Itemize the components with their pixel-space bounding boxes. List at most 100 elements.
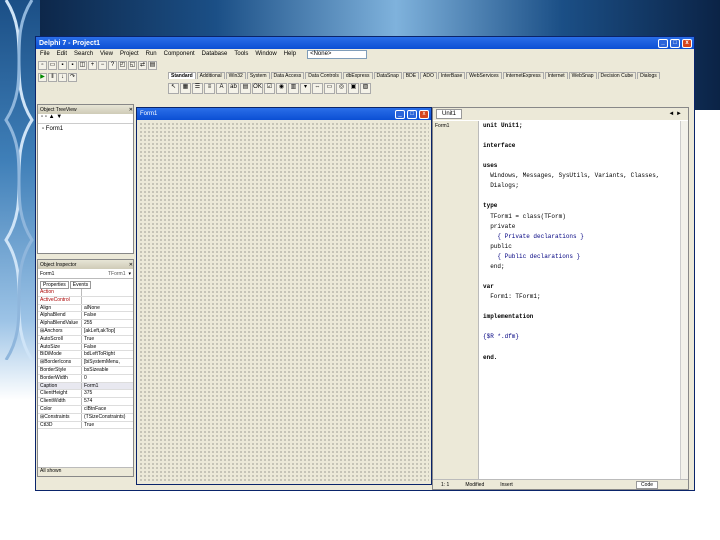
palette-tab-internetexpress[interactable]: InternetExpress (502, 71, 544, 79)
new-form-icon[interactable]: ▤ (148, 61, 157, 70)
vertical-scrollbar[interactable] (680, 121, 688, 479)
property-row[interactable]: Color clBtnFace (38, 405, 133, 414)
down-arrow-icon[interactable]: ▼ (56, 114, 62, 120)
property-row[interactable]: Align alNone (38, 304, 133, 313)
object-combo[interactable]: Form1 (40, 271, 108, 277)
property-row[interactable]: BiDiMode bdLeftToRight (38, 351, 133, 360)
maximize-button[interactable]: □ (407, 109, 417, 119)
menu-search[interactable]: Search (74, 51, 93, 57)
palette-tab-websnap[interactable]: WebSnap (568, 71, 597, 79)
chevron-down-icon[interactable]: ▾ (128, 271, 131, 277)
property-value[interactable]: 375 (82, 390, 133, 397)
property-value[interactable]: False (82, 344, 133, 351)
new-icon[interactable]: ▫ (38, 61, 47, 70)
property-row[interactable]: Action (38, 289, 133, 297)
property-value[interactable]: False (82, 312, 133, 319)
new-item-icon[interactable]: ▫ (41, 114, 43, 120)
tab-properties[interactable]: Properties (40, 281, 69, 289)
maximize-button[interactable]: □ (670, 38, 680, 48)
form-designer-window[interactable]: Form1 _ □ x (136, 107, 432, 485)
palette-tab-dialogs[interactable]: Dialogs (637, 71, 660, 79)
property-row[interactable]: ClientHeight 375 (38, 390, 133, 399)
property-value[interactable] (82, 297, 133, 304)
back-arrow-icon[interactable]: ◄ (668, 111, 674, 117)
property-row[interactable]: BorderStyle bsSizeable (38, 366, 133, 375)
property-value[interactable]: (TSizeConstraints) (82, 414, 133, 421)
menu-database[interactable]: Database (202, 51, 228, 57)
pause-icon[interactable]: ‖ (48, 73, 57, 82)
menu-run[interactable]: Run (146, 51, 157, 57)
open-project-icon[interactable]: ◫ (78, 61, 87, 70)
property-value[interactable]: True (82, 336, 133, 343)
palette-tab-system[interactable]: System (246, 71, 270, 79)
palette-tab-data-access[interactable]: Data Access (270, 71, 305, 79)
forward-arrow-icon[interactable]: ► (676, 111, 682, 117)
palette-tab-bde[interactable]: BDE (402, 71, 420, 79)
property-row[interactable]: Ctl3D True (38, 421, 133, 430)
palette-tab-interbase[interactable]: InterBase (437, 71, 466, 79)
property-value[interactable]: 0 (82, 375, 133, 382)
design-grid[interactable] (139, 122, 429, 482)
property-row[interactable]: AutoSize False (38, 343, 133, 352)
property-row[interactable]: AlphaBlendValue 255 (38, 320, 133, 328)
palette-tab-standard[interactable]: Standard (168, 71, 196, 79)
property-value[interactable]: Form1 (82, 383, 133, 390)
palette-tab-webservices[interactable]: WebServices (466, 71, 502, 79)
close-button[interactable]: x (682, 38, 692, 48)
menu-file[interactable]: File (40, 51, 50, 57)
desktop-combo[interactable]: <None> (307, 49, 368, 59)
view-form-icon[interactable]: ◱ (128, 61, 137, 70)
memo-icon[interactable]: ▤ (240, 83, 251, 94)
toggle-form-unit-icon[interactable]: ⇄ (138, 61, 147, 70)
listbox-icon[interactable]: ▥ (288, 83, 299, 94)
menu-tools[interactable]: Tools (234, 51, 248, 57)
trace-into-icon[interactable]: ↓ (58, 73, 67, 82)
property-row[interactable]: ⊞Constraints (TSizeConstraints) (38, 413, 133, 422)
close-button[interactable]: x (419, 109, 429, 119)
menu-project[interactable]: Project (120, 51, 139, 57)
close-icon[interactable]: ✕ (129, 262, 133, 268)
code-area[interactable]: unit Unit1; interface uses Windows, Messag… (481, 121, 680, 479)
property-value[interactable]: [akLeft,akTop] (82, 328, 133, 335)
open-icon[interactable]: ▭ (48, 61, 57, 70)
property-row[interactable]: AlphaBlend False (38, 312, 133, 321)
button-icon[interactable]: OK (252, 83, 263, 94)
tab-code[interactable]: Code (636, 480, 658, 489)
panel-icon[interactable]: ▣ (348, 83, 359, 94)
tab-unit1[interactable]: Unit1 (436, 109, 463, 119)
palette-tab-additional[interactable]: Additional (196, 71, 225, 79)
help-icon[interactable]: ? (108, 61, 117, 70)
save-icon[interactable]: ▪ (58, 61, 67, 70)
label-icon[interactable]: A (216, 83, 227, 94)
delete-item-icon[interactable]: ▫ (45, 114, 47, 120)
property-row[interactable]: BorderWidth 0 (38, 374, 133, 383)
palette-tab-dbexpress[interactable]: dbExpress (342, 71, 373, 79)
up-arrow-icon[interactable]: ▲ (49, 114, 55, 120)
step-over-icon[interactable]: ↷ (68, 73, 77, 82)
property-value[interactable]: 255 (82, 320, 133, 327)
gutter-item[interactable]: Form1 (435, 123, 449, 129)
menu-edit[interactable]: Edit (57, 51, 67, 57)
minimize-button[interactable]: _ (395, 109, 405, 119)
menu-component[interactable]: Component (164, 51, 195, 57)
property-value[interactable]: bdLeftToRight (82, 351, 133, 358)
popupmenu-icon[interactable]: ≡ (204, 83, 215, 94)
property-value[interactable]: bsSizeable (82, 367, 133, 374)
palette-tab-datasnap[interactable]: DataSnap (373, 71, 402, 79)
property-value[interactable]: 574 (82, 398, 133, 405)
palette-tab-internet[interactable]: Internet (544, 71, 568, 79)
property-row[interactable]: ⊞Anchors [akLeft,akTop] (38, 327, 133, 336)
radiobutton-icon[interactable]: ◉ (276, 83, 287, 94)
combobox-icon[interactable]: ▾ (300, 83, 311, 94)
object-selector[interactable]: Form1 TForm1 ▾ (38, 269, 133, 279)
checkbox-icon[interactable]: ☑ (264, 83, 275, 94)
property-value[interactable]: [biSystemMenu, (82, 359, 133, 366)
property-value[interactable] (82, 289, 133, 296)
property-row[interactable]: Caption Form1 (38, 382, 133, 391)
palette-tab-ado[interactable]: ADO (420, 71, 437, 79)
palette-tab-decision-cube[interactable]: Decision Cube (597, 71, 637, 79)
property-row[interactable]: ⊞BorderIcons [biSystemMenu, (38, 359, 133, 367)
property-value[interactable]: True (82, 422, 133, 429)
property-value[interactable]: clBtnFace (82, 406, 133, 413)
actionlist-icon[interactable]: ▨ (360, 83, 371, 94)
